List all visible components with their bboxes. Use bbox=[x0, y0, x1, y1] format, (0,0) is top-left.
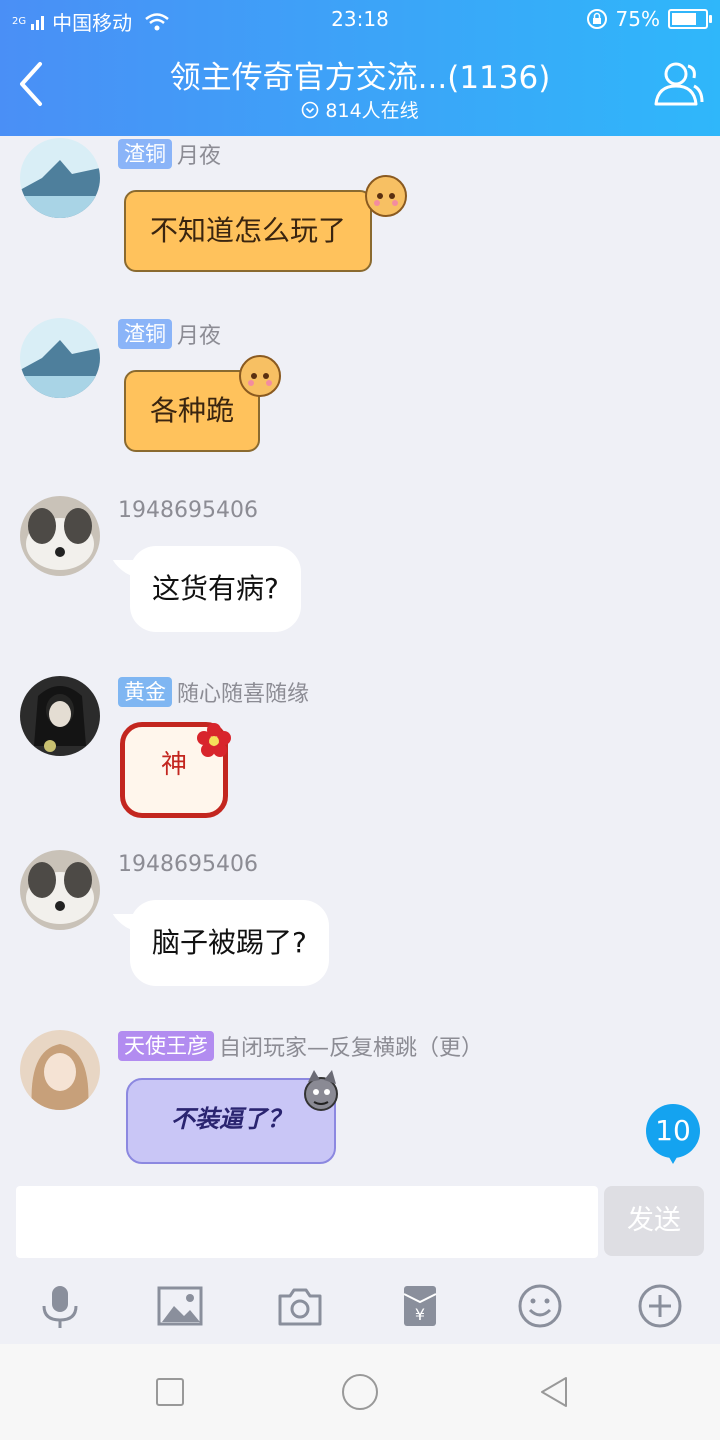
message-text: 各种跪 bbox=[150, 394, 235, 427]
avatar[interactable] bbox=[20, 676, 100, 756]
online-count-row[interactable]: 814人在线 bbox=[0, 96, 720, 123]
message-bubble[interactable]: 不知道怎么玩了 bbox=[124, 190, 373, 272]
battery-icon bbox=[668, 9, 712, 29]
system-nav-bar bbox=[0, 1344, 720, 1440]
wolf-sticker-icon bbox=[304, 1070, 338, 1111]
image-icon[interactable] bbox=[156, 1282, 204, 1330]
sender-meta: 1948695406 bbox=[118, 852, 258, 877]
input-toolbar: ¥ bbox=[0, 1268, 720, 1344]
chevron-down-icon bbox=[302, 101, 319, 119]
sender-name[interactable]: 1948695406 bbox=[118, 498, 258, 523]
camera-icon[interactable] bbox=[276, 1282, 324, 1330]
title-badge: 天使王彦 bbox=[118, 1031, 214, 1061]
message-input[interactable] bbox=[16, 1186, 598, 1258]
sender-meta: 1948695406 bbox=[118, 498, 258, 523]
svg-text:¥: ¥ bbox=[415, 1305, 425, 1324]
message-text: 不装逼了？ bbox=[171, 1105, 291, 1133]
plus-icon[interactable] bbox=[636, 1282, 684, 1330]
online-count: 814人在线 bbox=[325, 100, 419, 122]
battery-percent: 75% bbox=[615, 7, 660, 31]
sender-name[interactable]: 月夜 bbox=[177, 318, 221, 350]
home-icon[interactable] bbox=[340, 1372, 380, 1412]
message-text: 脑子被踢了? bbox=[152, 926, 307, 959]
avatar[interactable] bbox=[20, 318, 100, 398]
chat-header: 2G 中国移动 23:18 75% 领主传奇官方交流...(1136) 814人… bbox=[0, 0, 720, 136]
nav-back-icon[interactable] bbox=[536, 1374, 572, 1410]
status-bar: 2G 中国移动 23:18 75% bbox=[0, 0, 720, 38]
level-badge: 渣铜 bbox=[118, 319, 172, 349]
sender-name[interactable]: 1948695406 bbox=[118, 852, 258, 877]
emoji-icon[interactable] bbox=[516, 1282, 564, 1330]
monkey-sticker-icon bbox=[365, 175, 407, 217]
send-button[interactable]: 发送 bbox=[604, 1186, 704, 1256]
message-text: 不知道怎么玩了 bbox=[150, 214, 347, 247]
sender-meta: 天使王彦 自闭玩家—反复横跳（更） bbox=[118, 1030, 483, 1062]
status-right: 75% bbox=[586, 7, 712, 31]
sticker-text: 神 bbox=[160, 750, 187, 780]
sender-meta: 渣铜 月夜 bbox=[118, 318, 221, 350]
group-members-icon[interactable] bbox=[650, 58, 706, 110]
avatar[interactable] bbox=[20, 1030, 100, 1110]
level-badge: 黄金 bbox=[118, 677, 172, 707]
red-packet-icon[interactable]: ¥ bbox=[396, 1282, 444, 1330]
group-title[interactable]: 领主传奇官方交流...(1136) bbox=[0, 52, 720, 97]
recent-apps-icon[interactable] bbox=[154, 1376, 186, 1408]
level-badge: 渣铜 bbox=[118, 139, 172, 169]
monkey-sticker-icon bbox=[239, 355, 281, 397]
message-bubble[interactable]: 这货有病? bbox=[130, 546, 301, 632]
microphone-icon[interactable] bbox=[36, 1282, 84, 1330]
rotation-lock-icon bbox=[586, 9, 607, 29]
sender-name[interactable]: 自闭玩家—反复横跳（更） bbox=[219, 1030, 483, 1062]
sender-meta: 渣铜 月夜 bbox=[118, 138, 221, 170]
avatar[interactable] bbox=[20, 138, 100, 218]
avatar[interactable] bbox=[20, 850, 100, 930]
flower-icon bbox=[197, 723, 231, 757]
sender-meta: 黄金 随心随喜随缘 bbox=[118, 676, 309, 708]
message-text: 这货有病? bbox=[152, 572, 279, 605]
avatar[interactable] bbox=[20, 496, 100, 576]
sender-name[interactable]: 月夜 bbox=[177, 138, 221, 170]
unread-count-badge[interactable]: 10 bbox=[646, 1104, 700, 1164]
sender-name[interactable]: 随心随喜随缘 bbox=[177, 676, 309, 708]
message-bubble[interactable]: 脑子被踢了? bbox=[130, 900, 329, 986]
